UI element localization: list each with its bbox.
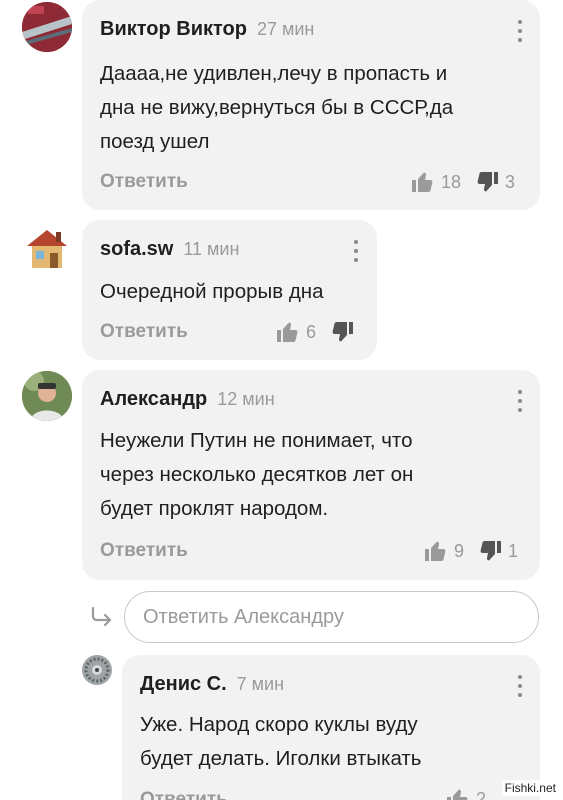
thumbs-down-icon <box>477 172 499 192</box>
dislike-button[interactable] <box>330 320 354 344</box>
comment-author[interactable]: Денис С. <box>140 673 227 696</box>
dislike-count: 3 <box>505 171 516 192</box>
comment-time: 7 мин <box>236 674 285 694</box>
more-vertical-icon[interactable] <box>517 20 523 42</box>
comment-text-line: через несколько десятков лет он <box>100 463 414 486</box>
avatar[interactable] <box>22 2 72 52</box>
more-vertical-icon[interactable] <box>517 675 523 697</box>
comment-text-line: будет проклят народом. <box>100 497 329 520</box>
reply-button[interactable]: Ответить <box>100 540 188 562</box>
thumbs-up-icon <box>277 322 298 342</box>
dislike-button[interactable]: 1 <box>478 539 518 563</box>
comment-text-line: Уже. Народ скоро куклы вуду <box>140 713 418 736</box>
like-count: 6 <box>306 321 317 342</box>
like-count: 2 <box>476 788 487 800</box>
dislike-count: 1 <box>508 540 519 561</box>
thumbs-down-icon <box>332 322 354 342</box>
reply-arrow-icon <box>91 606 112 626</box>
comment-text-line: Очередной прорыв дна <box>100 280 324 303</box>
watermark: Fishki.net <box>501 780 559 796</box>
comment-author[interactable]: Александр <box>100 388 207 411</box>
dislike-button[interactable]: 3 <box>475 170 515 194</box>
avatar[interactable] <box>82 655 112 685</box>
comment-time: 12 мин <box>217 389 275 409</box>
comment-text-line: поезд ушел <box>100 130 210 153</box>
avatar[interactable] <box>22 222 72 272</box>
comment-text-line: дна не вижу,вернуться бы в СССР,да <box>100 96 454 119</box>
reply-button[interactable]: Ответить <box>140 789 228 800</box>
like-count: 18 <box>441 171 462 192</box>
comment-text-line: будет делать. Иголки втыкать <box>140 747 422 770</box>
like-button[interactable]: 18 <box>411 170 461 194</box>
comment-text-line: Неужели Путин не понимает, что <box>100 429 413 452</box>
more-vertical-icon[interactable] <box>517 390 523 412</box>
thumbs-up-icon <box>447 789 468 800</box>
reply-button[interactable]: Ответить <box>100 321 188 343</box>
reply-input[interactable] <box>124 591 539 643</box>
comment-time: 11 мин <box>183 239 240 259</box>
avatar[interactable] <box>22 371 72 421</box>
comment-text-line: Дaaaa,не удивлен,лечу в пропасть и <box>100 62 448 85</box>
thumbs-up-icon <box>425 541 446 561</box>
like-button[interactable]: 2 <box>446 787 486 800</box>
like-button[interactable]: 6 <box>276 320 316 344</box>
like-button[interactable]: 9 <box>424 539 464 563</box>
thumbs-up-icon <box>412 172 433 192</box>
like-count: 9 <box>454 540 465 561</box>
comment-author[interactable]: Виктор Виктор <box>100 18 247 41</box>
more-vertical-icon[interactable] <box>353 240 359 262</box>
thumbs-down-icon <box>480 541 502 561</box>
reply-button[interactable]: Ответить <box>100 171 188 193</box>
comment-time: 27 мин <box>256 19 315 39</box>
comment-author[interactable]: sofa.sw <box>100 238 173 261</box>
